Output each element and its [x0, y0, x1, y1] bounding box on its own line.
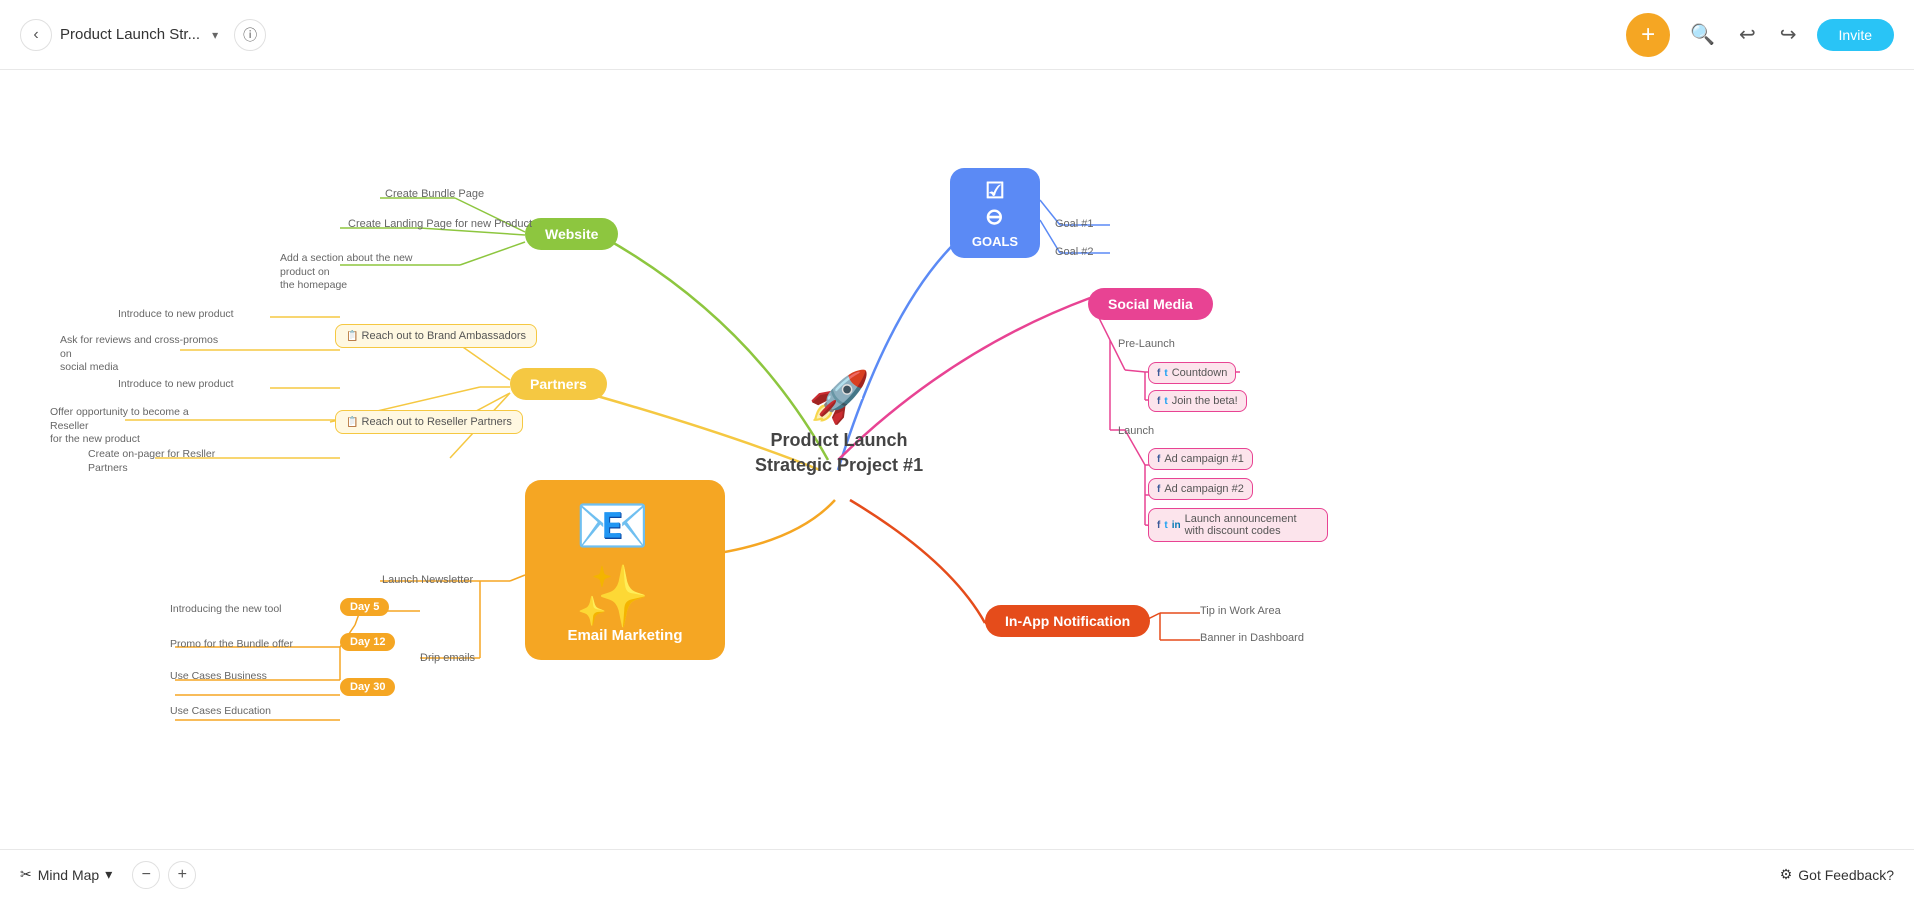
- mindmap-canvas: 🚀 Product LaunchStrategic Project #1 ☑⊖ …: [0, 70, 1914, 849]
- feedback-label: Got Feedback?: [1798, 867, 1894, 883]
- social-media-label: Social Media: [1108, 296, 1193, 312]
- drip-emails[interactable]: Drip emails: [420, 652, 475, 664]
- redo-button[interactable]: ↪: [1776, 18, 1801, 51]
- inapp-item2[interactable]: Banner in Dashboard: [1200, 632, 1304, 644]
- email-node[interactable]: 📧✨ Email Marketing: [525, 480, 725, 660]
- partners-item3[interactable]: Introduce to new product: [118, 378, 234, 392]
- header-right: + 🔍 ↩ ↪ Invite: [1626, 13, 1894, 57]
- mindmap-button[interactable]: ✂ Mind Map ▾: [20, 866, 112, 883]
- twitter-icon3: t: [1164, 520, 1167, 531]
- inapp-item1[interactable]: Tip in Work Area: [1200, 605, 1281, 617]
- social-countdown[interactable]: f t Countdown: [1148, 362, 1236, 384]
- linkedin-icon: in: [1172, 520, 1181, 531]
- back-button[interactable]: ‹: [20, 19, 52, 51]
- zoom-out-button[interactable]: −: [132, 861, 160, 889]
- project-title[interactable]: Product Launch Str...: [60, 26, 200, 43]
- mindmap-label: Mind Map: [38, 867, 99, 883]
- zoom-controls: − +: [132, 861, 196, 889]
- twitter-icon2: t: [1164, 396, 1167, 407]
- header-left: ‹ Product Launch Str... ▾ ⓘ: [20, 19, 266, 51]
- email-item3-label[interactable]: Use Cases Business: [170, 670, 267, 684]
- search-button[interactable]: 🔍: [1686, 18, 1719, 51]
- partners-sub2[interactable]: 📋 Reach out to Reseller Partners: [335, 410, 523, 434]
- partners-label: Partners: [530, 376, 587, 392]
- partners-sub1[interactable]: 📋 Reach out to Brand Ambassadors: [335, 324, 537, 348]
- feedback-icon: ⚙: [1780, 866, 1793, 883]
- rocket-icon: 🚀: [808, 368, 870, 427]
- title-dropdown-icon[interactable]: ▾: [212, 28, 218, 42]
- facebook-icon2: f: [1157, 396, 1160, 407]
- email-item1-label[interactable]: Introducing the new tool: [170, 603, 282, 617]
- website-item2[interactable]: Create Landing Page for new Product: [348, 218, 532, 230]
- website-item1[interactable]: Create Bundle Page: [385, 188, 484, 200]
- goal2-label[interactable]: Goal #2: [1055, 246, 1094, 258]
- mindmap-icon: ✂: [20, 866, 32, 883]
- twitter-icon: t: [1164, 368, 1167, 379]
- mindmap-dropdown-icon[interactable]: ▾: [105, 866, 112, 883]
- center-title: Product LaunchStrategic Project #1: [755, 428, 923, 478]
- partners-item5[interactable]: Create on-pager for Resller Partners: [88, 448, 248, 475]
- social-media-node[interactable]: Social Media: [1088, 288, 1213, 320]
- invite-button[interactable]: Invite: [1817, 19, 1894, 51]
- email-illustration: 📧✨: [575, 490, 675, 632]
- website-label: Website: [545, 226, 598, 242]
- social-prelaunch: Pre-Launch: [1118, 338, 1175, 350]
- goals-icon: ☑⊖: [985, 178, 1005, 230]
- facebook-icon5: f: [1157, 520, 1160, 531]
- email-item4-label[interactable]: Use Cases Education: [170, 705, 271, 719]
- facebook-icon3: f: [1157, 454, 1160, 465]
- facebook-icon: f: [1157, 368, 1160, 379]
- center-node[interactable]: Product LaunchStrategic Project #1: [755, 428, 923, 478]
- social-launch-announce[interactable]: f t in Launch announcement with discount…: [1148, 508, 1328, 542]
- social-adcampaign2[interactable]: f Ad campaign #2: [1148, 478, 1253, 500]
- info-button[interactable]: ⓘ: [234, 19, 266, 51]
- email-day2[interactable]: Day 12: [340, 633, 395, 651]
- goal1-label[interactable]: Goal #1: [1055, 218, 1094, 230]
- inapp-node[interactable]: In-App Notification: [985, 605, 1150, 637]
- email-day1[interactable]: Day 5: [340, 598, 389, 616]
- social-launch: Launch: [1118, 425, 1154, 437]
- inapp-label: In-App Notification: [1005, 613, 1130, 629]
- social-joinbeta[interactable]: f t Join the beta!: [1148, 390, 1247, 412]
- goals-node[interactable]: ☑⊖ GOALS: [950, 168, 1040, 258]
- zoom-in-button[interactable]: +: [168, 861, 196, 889]
- app-header: ‹ Product Launch Str... ▾ ⓘ + 🔍 ↩ ↪ Invi…: [0, 0, 1914, 70]
- website-node[interactable]: Website: [525, 218, 618, 250]
- goals-label: GOALS: [972, 234, 1018, 249]
- undo-button[interactable]: ↩: [1735, 18, 1760, 51]
- partners-item2[interactable]: Ask for reviews and cross-promos onsocia…: [60, 334, 220, 375]
- social-adcampaign1[interactable]: f Ad campaign #1: [1148, 448, 1253, 470]
- website-item3[interactable]: Add a section about the new product onth…: [280, 252, 440, 293]
- feedback-button[interactable]: ⚙ Got Feedback?: [1780, 866, 1894, 883]
- partners-item1[interactable]: Introduce to new product: [118, 308, 234, 322]
- partners-item4[interactable]: Offer opportunity to become a Resellerfo…: [50, 406, 210, 447]
- email-day3[interactable]: Day 30: [340, 678, 395, 696]
- launch-newsletter[interactable]: Launch Newsletter: [382, 574, 473, 586]
- facebook-icon4: f: [1157, 484, 1160, 495]
- partners-node[interactable]: Partners: [510, 368, 607, 400]
- add-button[interactable]: +: [1626, 13, 1670, 57]
- email-item2-label[interactable]: Promo for the Bundle offer: [170, 638, 293, 652]
- app-footer: ✂ Mind Map ▾ − + ⚙ Got Feedback?: [0, 849, 1914, 899]
